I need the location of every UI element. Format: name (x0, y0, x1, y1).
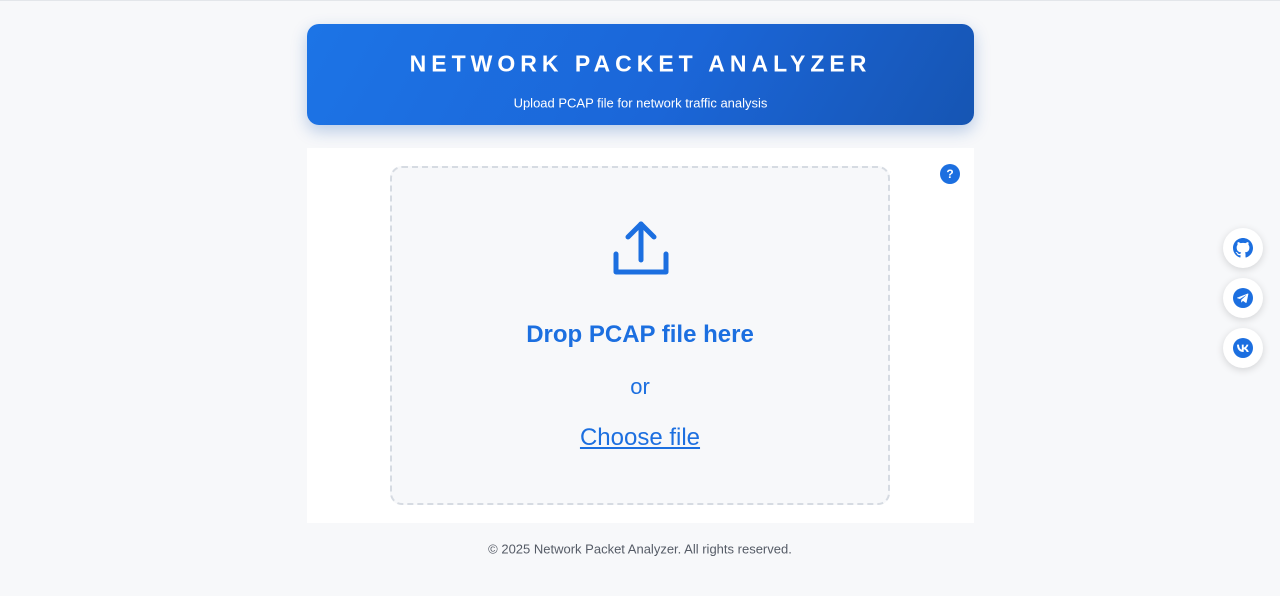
telegram-icon (1233, 288, 1253, 308)
upload-card: ? Drop PCAP file here or Choose file (307, 148, 974, 523)
telegram-link[interactable] (1223, 278, 1263, 318)
vk-icon (1233, 338, 1253, 358)
app-header: NETWORK PACKET ANALYZER Upload PCAP file… (307, 24, 974, 125)
top-divider (0, 0, 1280, 1)
drop-instruction: Drop PCAP file here (526, 321, 754, 348)
github-link[interactable] (1223, 228, 1263, 268)
footer-copyright: © 2025 Network Packet Analyzer. All righ… (488, 541, 792, 557)
vk-link[interactable] (1223, 328, 1263, 368)
upload-icon (613, 221, 669, 275)
github-icon (1233, 238, 1253, 258)
help-button[interactable]: ? (940, 164, 960, 184)
app-subtitle: Upload PCAP file for network traffic ana… (513, 95, 768, 111)
choose-file-link[interactable]: Choose file (392, 426, 888, 450)
app-title: NETWORK PACKET ANALYZER (409, 50, 872, 77)
or-separator: or (630, 374, 650, 399)
file-dropzone[interactable]: Drop PCAP file here or Choose file (390, 166, 890, 505)
